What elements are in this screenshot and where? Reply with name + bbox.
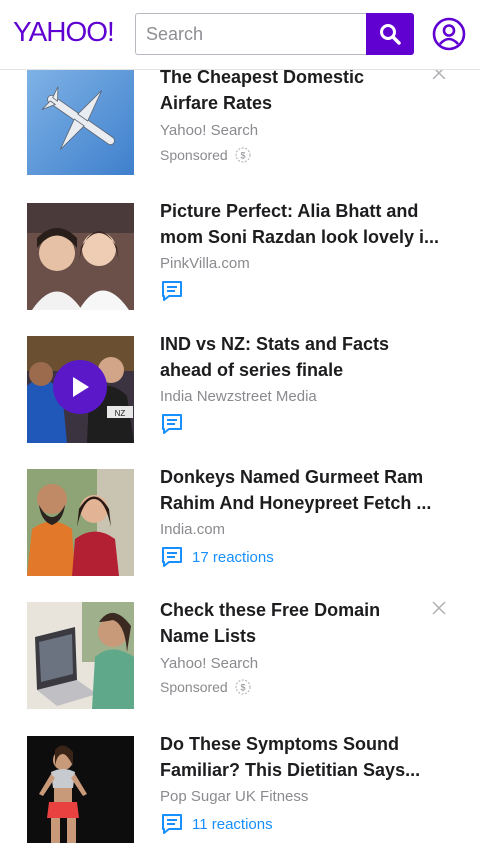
reactions-count: 11 reactions: [192, 815, 273, 833]
svg-text:$: $: [240, 151, 245, 161]
source-name: Pop Sugar UK Fitness: [160, 788, 309, 805]
source-name: PinkVilla.com: [160, 255, 250, 272]
comments-button[interactable]: 17 reactions: [160, 545, 274, 569]
comment-icon: [162, 414, 182, 434]
headline-line-2: ahead of series finale: [160, 360, 344, 380]
source-name: India.com: [160, 521, 226, 538]
ad-info-icon[interactable]: $: [234, 678, 252, 696]
headline-line-1: Donkeys Named Gurmeet Ram: [160, 467, 424, 487]
comment-icon: [162, 814, 182, 834]
sponsored-label: Sponsored $: [160, 146, 252, 164]
sponsored-text: Sponsored: [160, 679, 228, 695]
sponsored-label: Sponsored $: [160, 678, 252, 696]
svg-text:NZ: NZ: [115, 409, 126, 418]
search-input[interactable]: [135, 13, 366, 55]
yahoo-logo[interactable]: YAHOO!: [13, 16, 115, 48]
thumbnail-airplane[interactable]: [27, 68, 134, 175]
headline-line-1: Do These Symptoms Sound: [160, 734, 400, 754]
comments-button[interactable]: [160, 412, 184, 436]
profile-button[interactable]: [430, 15, 468, 53]
headline[interactable]: Check these Free Domain Name Lists: [160, 597, 460, 649]
thumbnail-laptop[interactable]: [27, 602, 134, 709]
headline-line-2: Name Lists: [160, 626, 257, 646]
comments-button[interactable]: [160, 279, 184, 303]
feed-item-sponsored[interactable]: Check these Free Domain Name Lists Yahoo…: [0, 599, 480, 722]
sponsored-text: Sponsored: [160, 147, 228, 163]
reactions-count: 17 reactions: [192, 548, 274, 566]
svg-text:$: $: [240, 683, 245, 693]
source-name: India Newzstreet Media: [160, 388, 317, 405]
headline[interactable]: Do These Symptoms Sound Familiar? This D…: [160, 731, 460, 783]
user-account-icon: [432, 17, 466, 51]
play-icon: [73, 377, 89, 397]
headline-line-1: Check these Free Domain: [160, 600, 381, 620]
source-name: Yahoo! Search: [160, 122, 259, 139]
headline[interactable]: Picture Perfect: Alia Bhatt and mom Soni…: [160, 198, 460, 250]
feed-item[interactable]: Picture Perfect: Alia Bhatt and mom Soni…: [0, 201, 480, 323]
source-name: Yahoo! Search: [160, 655, 259, 672]
thumbnail-fitness[interactable]: [27, 736, 134, 843]
thumbnail-man-woman[interactable]: [27, 469, 134, 576]
headline-line-2: Familiar? This Dietitian Says...: [160, 760, 421, 780]
headline-line-1: Picture Perfect: Alia Bhatt and: [160, 201, 419, 221]
feed-item[interactable]: Donkeys Named Gurmeet Ram Rahim And Hone…: [0, 467, 480, 589]
search-icon: [380, 24, 401, 45]
comment-icon: [162, 281, 182, 301]
headline[interactable]: Donkeys Named Gurmeet Ram Rahim And Hone…: [160, 464, 460, 516]
headline-line-2: Airfare Rates: [160, 93, 273, 113]
ad-info-icon[interactable]: $: [234, 146, 252, 164]
feed-item-sponsored[interactable]: The Cheapest Domestic Airfare Rates Yaho…: [0, 64, 480, 184]
comments-button[interactable]: 11 reactions: [160, 812, 273, 836]
headline-line-2: Rahim And Honeypreet Fetch ...: [160, 493, 432, 513]
feed-item[interactable]: NZ IND vs NZ: Stats and Facts ahead of s…: [0, 334, 480, 456]
thumbnail-cricket-video[interactable]: NZ: [27, 336, 134, 443]
headline[interactable]: The Cheapest Domestic Airfare Rates: [160, 64, 460, 116]
headline[interactable]: IND vs NZ: Stats and Facts ahead of seri…: [160, 331, 460, 383]
comment-icon: [162, 547, 182, 567]
top-header: YAHOO!: [0, 0, 480, 70]
thumbnail-selfie[interactable]: [27, 203, 134, 310]
headline-line-1: IND vs NZ: Stats and Facts: [160, 334, 390, 354]
headline-line-2: mom Soni Razdan look lovely i...: [160, 227, 440, 247]
search-button[interactable]: [366, 13, 414, 55]
feed-item[interactable]: Do These Symptoms Sound Familiar? This D…: [0, 734, 480, 856]
play-button[interactable]: [53, 360, 107, 414]
close-icon[interactable]: [430, 599, 448, 622]
